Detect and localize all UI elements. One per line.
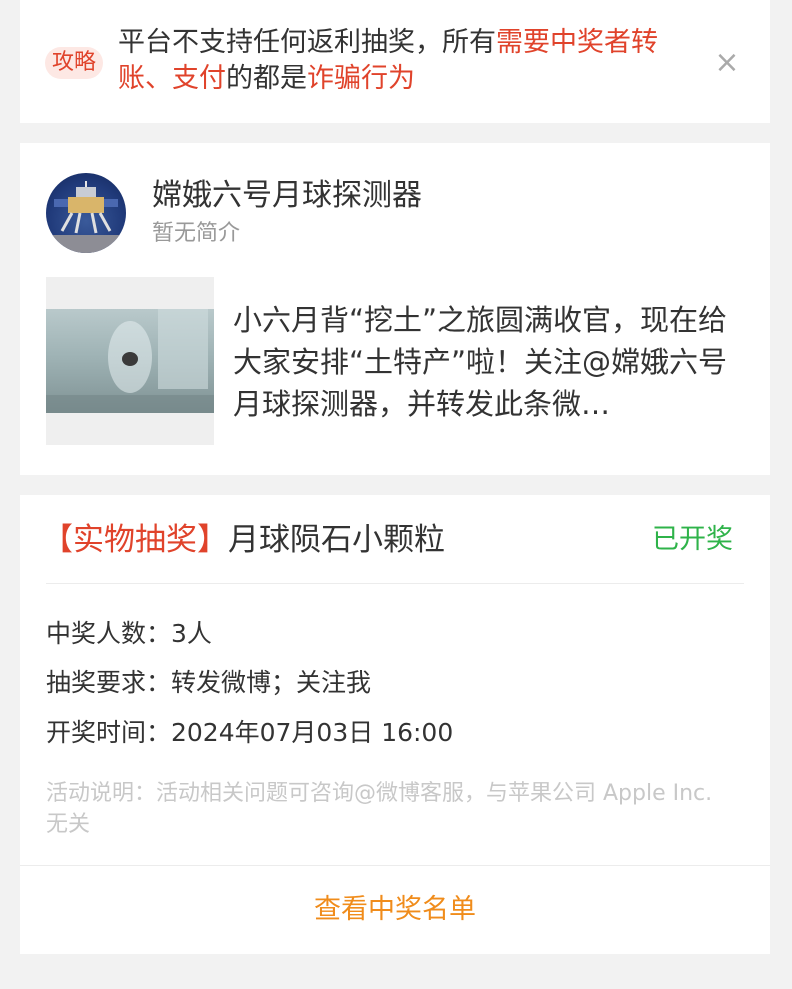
- lottery-requirements: 抽奖要求：转发微博；关注我: [46, 668, 372, 697]
- draw-time: 开奖时间：2024年07月03日 16:00: [46, 718, 454, 747]
- account-bio: 暂无简介: [152, 221, 241, 246]
- activity-description: 活动说明：活动相关问题可咨询@微博客服，与苹果公司 Apple Inc. 无关: [46, 781, 713, 837]
- notice-text: 平台不支持任何返利抽奖，所有需要中奖者转账、支付的都是诈骗行为: [118, 25, 708, 97]
- guide-tag: 攻略: [45, 47, 104, 79]
- view-winners-button[interactable]: 查看中奖名单: [20, 866, 770, 954]
- winners-count: 中奖人数：3人: [46, 619, 212, 648]
- divider: [46, 583, 744, 584]
- notice-text-part2: 的都是: [226, 63, 307, 94]
- prize-title: 【实物抽奖】月球陨石小颗粒: [42, 519, 445, 561]
- prize-type: 【实物抽奖】: [42, 522, 228, 558]
- status-badge: 已开奖: [652, 524, 733, 555]
- post-thumbnail[interactable]: [46, 277, 214, 445]
- lunar-sample-image: [46, 309, 214, 413]
- prize-name: 月球陨石小颗粒: [228, 522, 445, 558]
- anti-fraud-notice: 攻略 平台不支持任何返利抽奖，所有需要中奖者转账、支付的都是诈骗行为 ×: [20, 0, 770, 123]
- lander-icon: [46, 181, 126, 253]
- lottery-card: 【实物抽奖】月球陨石小颗粒 已开奖 中奖人数：3人 抽奖要求：转发微博；关注我 …: [20, 495, 770, 954]
- post-card: 嫦娥六号月球探测器 暂无简介 小六月背“挖土”之旅圆满收官，现在给大家安排“土特…: [20, 143, 770, 475]
- notice-text-part1: 平台不支持任何返利抽奖，所有: [118, 27, 496, 58]
- account-name[interactable]: 嫦娥六号月球探测器: [152, 176, 422, 216]
- close-icon[interactable]: ×: [712, 48, 742, 78]
- avatar[interactable]: [46, 173, 126, 253]
- post-text[interactable]: 小六月背“挖土”之旅圆满收官，现在给大家安排“土特产”啦！关注@嫦娥六号月球探测…: [233, 299, 743, 425]
- notice-highlight-fraud: 诈骗行为: [307, 63, 415, 94]
